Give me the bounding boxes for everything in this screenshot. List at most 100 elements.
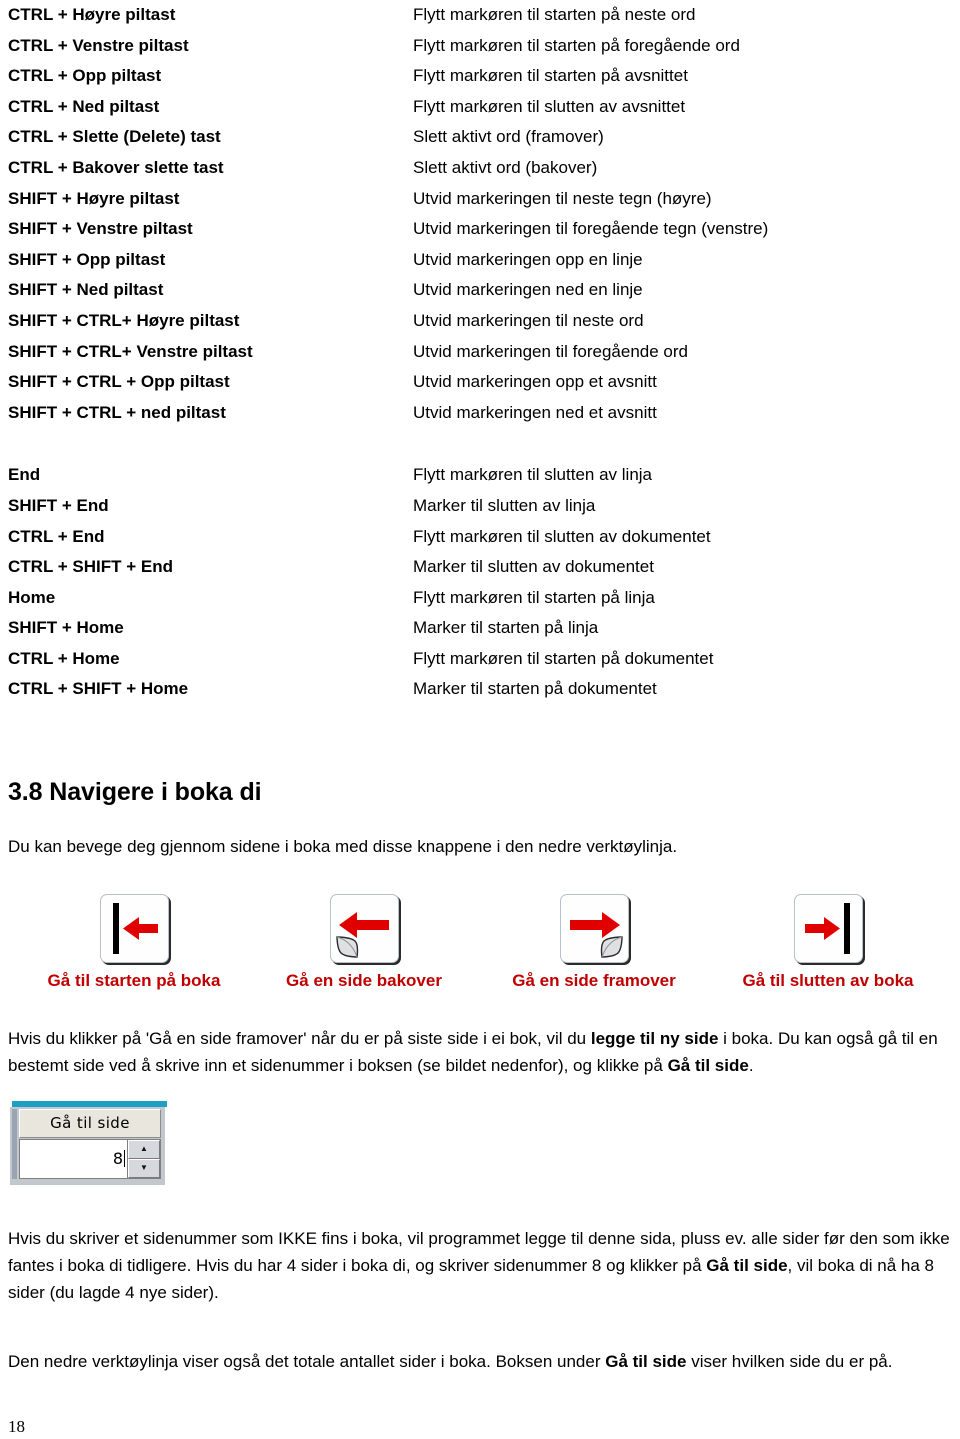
nav-button-group-last-page: Gå til slutten av boka [710, 894, 946, 991]
shortcut-description-cell: Flytt markøren til slutten av linja [413, 465, 653, 485]
nav-button-group-first-page: Gå til starten på boka [18, 894, 250, 991]
widget-body: Gå til side 8 ▲ ▼ [10, 1106, 165, 1185]
page-number: 18 [8, 1417, 25, 1436]
shortcut-row: CTRL + Høyre piltast Flytt markøren til s… [8, 0, 952, 31]
shortcut-keys-cell: End [8, 465, 41, 485]
shortcut-description-cell: Flytt markøren til starten på foregående… [413, 35, 740, 55]
section-heading: 3.8 Navigere i boka di [8, 778, 262, 807]
shortcut-keys-cell: CTRL + Slette (Delete) tast [8, 127, 221, 147]
table-block-spacer [8, 428, 952, 460]
shortcut-description-cell: Flytt markøren til starten på dokumentet [413, 648, 714, 668]
shortcut-keys-cell: SHIFT + CTRL + Opp piltast [8, 372, 230, 392]
last-page-icon [804, 903, 850, 955]
page-number-spinner: 8 ▲ ▼ [19, 1138, 161, 1179]
shortcut-row: CTRL + Venstre piltast Flytt markøren til… [8, 31, 952, 62]
shortcut-row: CTRL + Slette (Delete) tast Slett aktivt … [8, 122, 952, 153]
shortcut-row: CTRL + Ned piltast Flytt markøren til slu… [8, 92, 952, 123]
shortcut-keys-cell: CTRL + Bakover slette tast [8, 157, 224, 177]
shortcut-keys-cell: SHIFT + Opp piltast [8, 249, 166, 269]
nav-caption-first-page: Gå til starten på boka [47, 971, 221, 991]
shortcut-row: SHIFT + Opp piltast Utvid markeringen opp… [8, 245, 952, 276]
final-text-2: viser hvilken side du er på. [686, 1351, 893, 1371]
widget-inner: Gå til side 8 ▲ ▼ [19, 1108, 161, 1179]
next-page-button[interactable] [559, 894, 629, 964]
spinner-up-button[interactable]: ▲ [128, 1139, 160, 1159]
goto-page-button[interactable]: Gå til side [19, 1108, 161, 1138]
para-bold-ga-til-side-1: Gå til side [667, 1055, 749, 1075]
shortcut-description-cell: Utvid markeringen ned et avsnitt [413, 402, 657, 422]
shortcut-description-cell: Utvid markeringen til foregående ord [413, 341, 688, 361]
goto-page-widget-screenshot: Gå til side 8 ▲ ▼ [8, 1100, 167, 1185]
final-text-1: Den nedre verktøylinja viser også det to… [8, 1351, 606, 1371]
shortcut-keys-cell: Home [8, 587, 56, 607]
shortcut-keys-cell: CTRL + Opp piltast [8, 66, 162, 86]
shortcut-description-cell: Utvid markeringen opp en linje [413, 249, 643, 269]
shortcut-keys-cell: CTRL + Venstre piltast [8, 35, 189, 55]
shortcut-description-cell: Marker til starten på linja [413, 618, 599, 638]
shortcut-description-cell: Utvid markeringen opp et avsnitt [413, 372, 657, 392]
document-page: CTRL + Høyre piltast Flytt markøren til s… [0, 0, 960, 1439]
shortcut-keys-cell: SHIFT + Ned piltast [8, 280, 164, 300]
bottom-paragraphs: Hvis du skriver et sidenummer som IKKE f… [8, 1225, 952, 1375]
shortcut-description-cell: Flytt markøren til starten på neste ord [413, 5, 696, 24]
shortcut-row: SHIFT + Ned piltast Utvid markeringen ned… [8, 275, 952, 306]
shortcut-row: CTRL + Bakover slette tast Slett aktivt o… [8, 153, 952, 184]
paragraph-warning: Hvis du skriver et sidenummer som IKKE f… [8, 1225, 952, 1306]
nav-caption-last-page: Gå til slutten av boka [742, 971, 914, 991]
shortcut-keys-cell: CTRL + Home [8, 648, 120, 668]
shortcut-keys-cell: CTRL + End [8, 526, 105, 546]
shortcut-row: CTRL + Home Flytt markøren til starten på… [8, 644, 952, 675]
previous-page-icon [335, 912, 389, 958]
shortcut-row: CTRL + Opp piltast Flytt markøren til sta… [8, 61, 952, 92]
shortcut-description-cell: Flytt markøren til slutten av dokumentet [413, 526, 711, 546]
shortcut-description-cell: Utvid markeringen til neste ord [413, 310, 644, 330]
shortcut-keys-cell: CTRL + SHIFT + Home [8, 679, 189, 699]
shortcut-row: SHIFT + CTRL + Opp piltast Utvid markerin… [8, 367, 952, 398]
shortcut-row: SHIFT + Høyre piltast Utvid markeringen t… [8, 184, 952, 215]
shortcut-row: Home Flytt markøren til starten på linja [8, 583, 952, 614]
shortcut-row: CTRL + End Flytt markøren til slutten av … [8, 522, 952, 553]
shortcut-description-cell: Marker til slutten av dokumentet [413, 557, 654, 577]
shortcut-row: CTRL + SHIFT + End Marker til slutten av … [8, 552, 952, 583]
shortcut-description-cell: Utvid markeringen ned en linje [413, 280, 643, 300]
paragraph-after-buttons: Hvis du klikker på 'Gå en side framover'… [8, 1025, 952, 1079]
previous-page-button[interactable] [329, 894, 399, 964]
shortcut-table-home-end: End Flytt markøren til slutten av linja SH… [8, 460, 952, 705]
shortcut-keys-cell: SHIFT + Venstre piltast [8, 219, 193, 239]
first-page-button[interactable] [99, 894, 169, 964]
shortcut-keys-cell: SHIFT + CTRL + ned piltast [8, 402, 226, 422]
nav-button-group-previous-page: Gå en side bakover [250, 894, 478, 991]
nav-caption-previous-page: Gå en side bakover [286, 971, 442, 991]
paragraph-final: Den nedre verktøylinja viser også det to… [8, 1348, 952, 1375]
shortcut-description-cell: Flytt markøren til starten på avsnittet [413, 66, 688, 86]
shortcut-keys-cell: SHIFT + Home [8, 618, 124, 638]
shortcut-keys-cell: CTRL + Ned piltast [8, 96, 160, 116]
shortcut-keys-cell: SHIFT + CTRL+ Venstre piltast [8, 341, 253, 361]
para-text-3: . [748, 1055, 754, 1075]
final-bold-ga-til-side: Gå til side [605, 1351, 687, 1371]
page-number-input[interactable]: 8 [19, 1138, 127, 1179]
shortcut-table-arrow-keys: CTRL + Høyre piltast Flytt markøren til s… [8, 0, 952, 428]
text-caret [124, 1150, 125, 1168]
nav-button-group-next-page: Gå en side framover [478, 894, 710, 991]
widget-left-rail [12, 1108, 17, 1179]
shortcut-keys-cell: CTRL + SHIFT + End [8, 557, 173, 577]
nav-caption-next-page: Gå en side framover [512, 971, 676, 991]
shortcut-description-cell: Slett aktivt ord (bakover) [413, 157, 598, 177]
shortcut-keys-cell: SHIFT + End [8, 495, 109, 515]
navigation-buttons-row: Gå til starten på boka Gå en side bakove… [8, 894, 952, 991]
shortcut-keys-cell: SHIFT + Høyre piltast [8, 188, 180, 208]
spinner-buttons: ▲ ▼ [127, 1138, 161, 1179]
shortcut-description-cell: Slett aktivt ord (framover) [413, 127, 604, 147]
last-page-button[interactable] [793, 894, 863, 964]
shortcut-row: CTRL + SHIFT + Home Marker til starten på… [8, 674, 952, 705]
warn-bold-ga-til-side: Gå til side [706, 1255, 788, 1275]
shortcut-row: SHIFT + End Marker til slutten av linja [8, 491, 952, 522]
spinner-down-button[interactable]: ▼ [128, 1158, 160, 1178]
shortcut-description-cell: Utvid markeringen til foregående tegn (v… [413, 219, 769, 239]
page-number-value: 8 [112, 1149, 123, 1169]
shortcut-description-cell: Utvid markeringen til neste tegn (høyre) [413, 188, 712, 208]
shortcut-row: SHIFT + Home Marker til starten på linja [8, 613, 952, 644]
shortcut-description-cell: Marker til slutten av linja [413, 495, 596, 515]
